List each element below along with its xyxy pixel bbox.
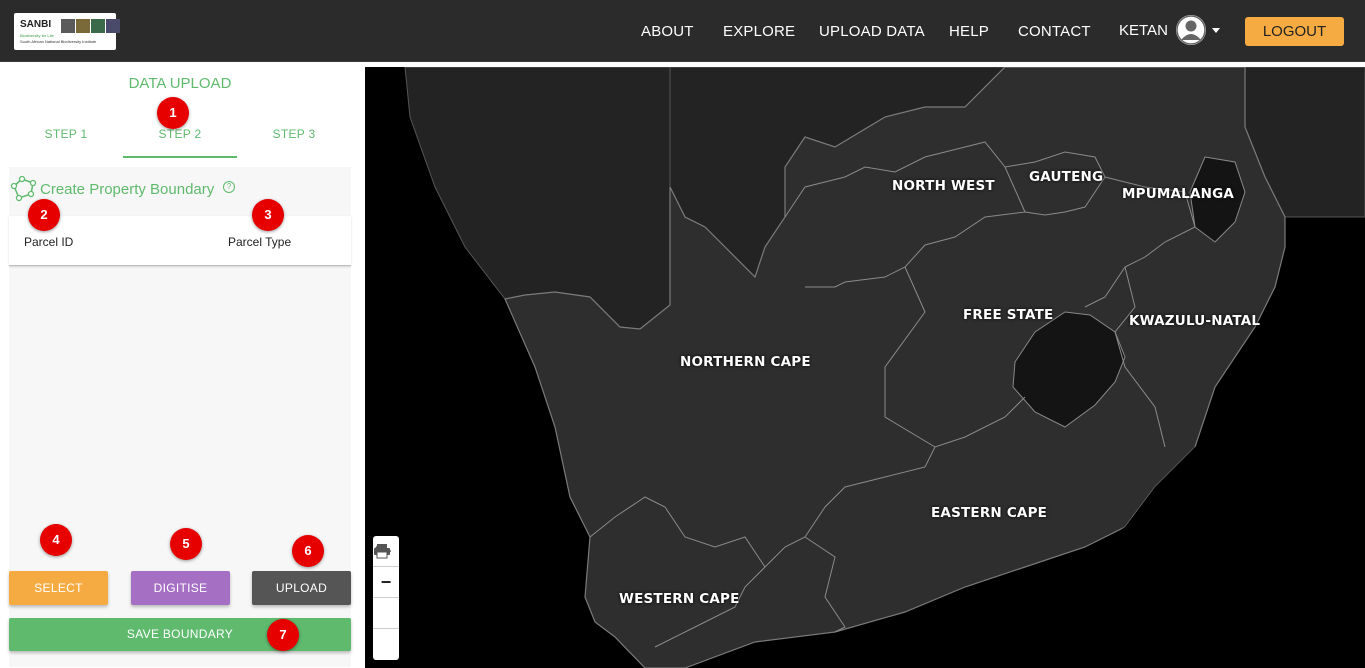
map-view[interactable]: NORTH WEST GAUTENG MPUMALANGA FREE STATE… xyxy=(365,67,1365,668)
print-icon[interactable] xyxy=(373,544,399,660)
user-menu-chevron-down-icon[interactable] xyxy=(1212,28,1220,33)
step-badge-6: 6 xyxy=(292,535,324,567)
dark-mode-toggle-icon[interactable] xyxy=(373,544,399,629)
sanbi-logo[interactable]: SANBI Biodiversity for Life South Africa… xyxy=(14,13,120,50)
nav-upload-data[interactable]: UPLOAD DATA xyxy=(819,23,925,40)
parcel-table-header: Parcel ID Parcel Type xyxy=(9,216,351,266)
province-label-gauteng: GAUTENG xyxy=(1029,169,1104,185)
province-label-north-west: NORTH WEST xyxy=(892,178,995,194)
user-name[interactable]: KETAN xyxy=(1119,22,1168,39)
data-upload-panel: DATA UPLOAD STEP 1 STEP 2 STEP 3 Create … xyxy=(0,62,365,668)
save-boundary-button[interactable]: SAVE BOUNDARY xyxy=(9,618,351,651)
top-navbar: SANBI Biodiversity for Life South Africa… xyxy=(0,0,1365,62)
province-label-western-cape: WESTERN CAPE xyxy=(619,591,740,607)
province-label-mpumalanga: MPUMALANGA xyxy=(1122,186,1235,202)
province-label-eastern-cape: EASTERN CAPE xyxy=(931,505,1048,521)
upload-button[interactable]: UPLOAD xyxy=(252,571,351,605)
step-badge-3: 3 xyxy=(252,199,284,231)
step-badge-1: 1 xyxy=(157,97,189,129)
logo-brand: SANBI xyxy=(20,19,52,30)
logo-tiles xyxy=(61,19,120,33)
step-badge-7: 7 xyxy=(267,619,299,651)
logo-tagline-top: Biodiversity for Life xyxy=(20,33,54,38)
province-label-northern-cape: NORTHERN CAPE xyxy=(680,354,811,370)
help-icon[interactable]: ? xyxy=(223,181,235,193)
section-title: Create Property Boundary xyxy=(40,181,215,198)
province-label-kwazulu-natal: KWAZULU-NATAL xyxy=(1129,313,1261,329)
nav-about[interactable]: ABOUT xyxy=(641,23,694,40)
tab-step-3[interactable]: STEP 3 xyxy=(237,120,351,158)
map-controls: + − xyxy=(373,536,399,660)
column-parcel-type: Parcel Type xyxy=(228,235,292,249)
step-badge-4: 4 xyxy=(40,524,72,556)
tab-step-1[interactable]: STEP 1 xyxy=(9,120,123,158)
polygon-icon xyxy=(10,176,37,202)
nav-contact[interactable]: CONTACT xyxy=(1018,23,1091,40)
select-button[interactable]: SELECT xyxy=(9,571,108,605)
panel-title: DATA UPLOAD xyxy=(128,75,232,92)
south-africa-basemap xyxy=(404,67,1365,668)
nav-explore[interactable]: EXPLORE xyxy=(723,23,795,40)
column-parcel-id: Parcel ID xyxy=(24,235,74,249)
user-avatar-icon[interactable] xyxy=(1176,15,1206,45)
card-header: Create Property Boundary ? xyxy=(9,167,351,213)
digitise-button[interactable]: DIGITISE xyxy=(131,571,230,605)
step-badge-2: 2 xyxy=(28,199,60,231)
step-badge-5: 5 xyxy=(170,528,202,560)
zoom-out-button[interactable]: − xyxy=(373,567,399,598)
nav-help[interactable]: HELP xyxy=(949,23,989,40)
logout-button[interactable]: LOGOUT xyxy=(1245,17,1344,46)
logo-tagline-bottom: South African National Biodiversity Inst… xyxy=(20,39,97,44)
province-label-free-state: FREE STATE xyxy=(963,307,1054,323)
